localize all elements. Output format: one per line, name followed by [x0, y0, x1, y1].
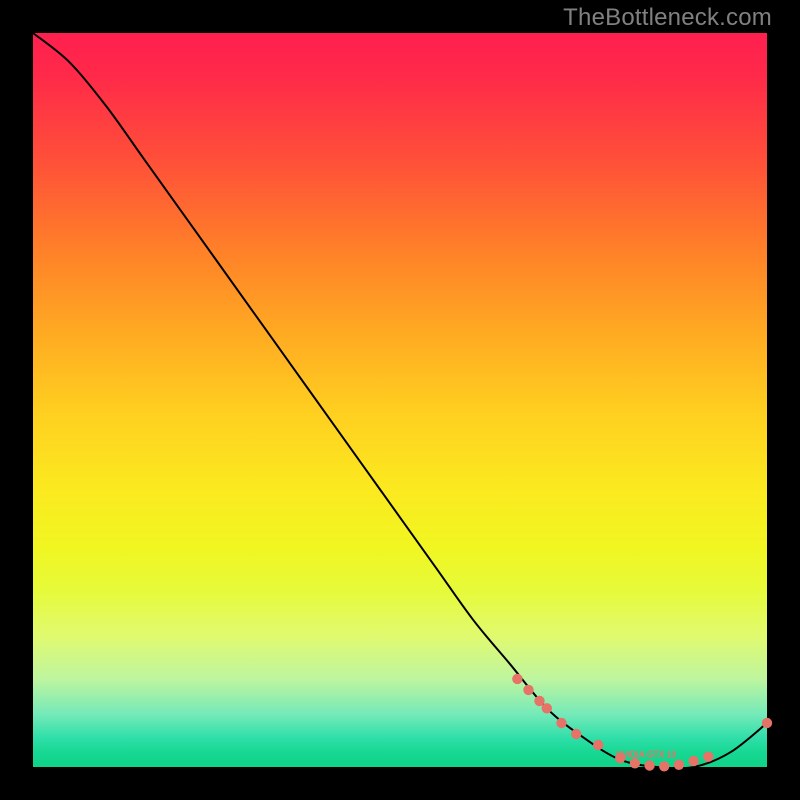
series-label: NVIDIA GTX 10 — [616, 750, 676, 760]
data-marker — [688, 756, 698, 766]
plot-svg: NVIDIA GTX 10 — [33, 33, 767, 767]
data-marker — [534, 696, 544, 706]
data-marker — [571, 729, 581, 739]
data-marker — [523, 685, 533, 695]
data-marker — [674, 760, 684, 770]
data-marker — [593, 740, 603, 750]
bottleneck-curve — [33, 33, 767, 768]
watermark-text: TheBottleneck.com — [563, 4, 772, 32]
data-marker — [556, 718, 566, 728]
data-marker — [762, 718, 772, 728]
data-marker — [542, 703, 552, 713]
data-marker — [512, 674, 522, 684]
plot-area: NVIDIA GTX 10 — [33, 33, 767, 767]
data-marker — [644, 760, 654, 770]
data-marker — [659, 761, 669, 771]
chart-frame: TheBottleneck.com NVIDIA GTX 10 — [0, 0, 800, 800]
data-marker — [703, 752, 713, 762]
